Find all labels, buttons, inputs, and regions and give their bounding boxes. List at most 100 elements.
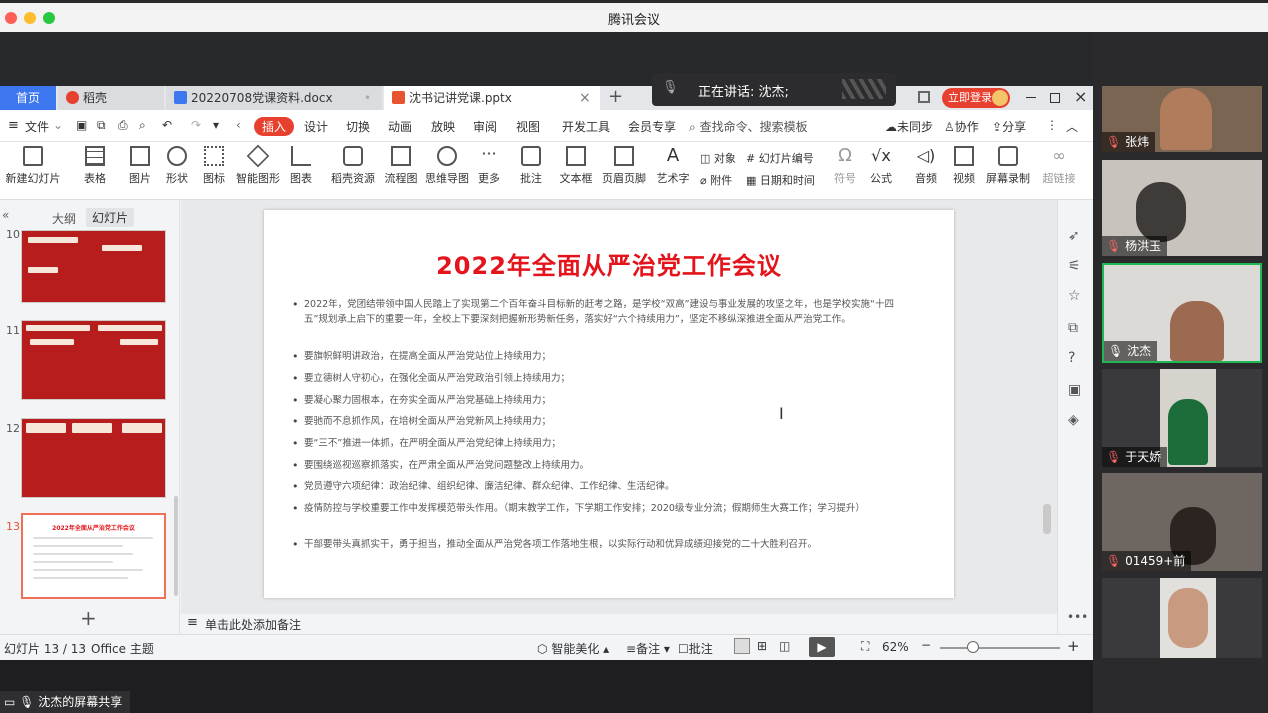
- participant-video[interactable]: 🎙 杨洪玉: [1102, 160, 1262, 256]
- tab-slides[interactable]: 幻灯片: [86, 208, 135, 227]
- slide-thumb-13[interactable]: 2022年全面从严治党工作会议: [21, 513, 166, 599]
- tab-docx[interactable]: 20220708党课资料.docx •: [166, 86, 382, 110]
- help-icon[interactable]: ?: [1068, 350, 1075, 366]
- play-button[interactable]: ▶: [809, 637, 835, 657]
- sorter-view-icon[interactable]: ⊞: [757, 639, 767, 653]
- restore-icon[interactable]: [1050, 93, 1060, 103]
- participant-video[interactable]: 🎙 张炜: [1102, 86, 1262, 152]
- login-button[interactable]: 立即登录: [942, 88, 1010, 108]
- object-button[interactable]: ◫ 对象: [700, 150, 736, 166]
- tab-daoke[interactable]: 稻壳: [58, 86, 164, 110]
- participant-video[interactable]: 🎙 01459+前: [1102, 473, 1262, 571]
- add-slide-icon[interactable]: +: [80, 606, 97, 630]
- collapse-panel-icon[interactable]: «: [2, 208, 9, 222]
- minimize-icon[interactable]: [1026, 97, 1036, 98]
- textbox-button[interactable]: 文本框: [556, 146, 596, 186]
- icon-button[interactable]: 图标: [198, 146, 230, 186]
- search-command[interactable]: ⌕ 查找命令、搜索模板: [689, 118, 808, 135]
- formula-button[interactable]: √x 公式: [866, 146, 896, 186]
- zoom-out-icon[interactable]: −: [921, 638, 931, 652]
- rocket-icon[interactable]: ➶: [1068, 228, 1080, 244]
- menu-show[interactable]: 放映: [431, 118, 455, 135]
- menu-design[interactable]: 设计: [304, 118, 328, 135]
- shape-button[interactable]: 形状: [162, 146, 192, 186]
- flow-button[interactable]: 流程图: [384, 146, 418, 186]
- more-dots-icon[interactable]: •••: [1067, 610, 1088, 624]
- redo-icon[interactable]: ↷: [191, 118, 201, 132]
- undo-icon[interactable]: ↶: [162, 118, 172, 132]
- participant-video[interactable]: [1102, 578, 1262, 658]
- more-button[interactable]: ··· 更多: [474, 146, 504, 186]
- chart-button[interactable]: 图表: [286, 146, 316, 186]
- datetime-button[interactable]: ▦ 日期和时间: [746, 172, 815, 188]
- symbol-button[interactable]: Ω 符号: [830, 146, 860, 186]
- adjust-icon[interactable]: ⚟: [1068, 258, 1081, 274]
- beautify-button[interactable]: ⬡ 智能美化 ▴: [537, 640, 609, 657]
- hyperlink-button[interactable]: ∞ 超链接: [1042, 146, 1076, 186]
- new-tab-button[interactable]: +: [608, 86, 623, 108]
- print-icon[interactable]: ⎙: [118, 118, 128, 133]
- compass-icon[interactable]: ◈: [1068, 412, 1079, 428]
- collapse-left-icon[interactable]: ‹: [236, 118, 241, 132]
- save-icon[interactable]: ▣: [76, 118, 87, 132]
- new-slide-button[interactable]: 新建幻灯片: [4, 146, 62, 186]
- chevron-up-icon[interactable]: ︿: [1066, 118, 1078, 135]
- reading-view-icon[interactable]: ◫: [779, 639, 790, 653]
- menu-file[interactable]: 文件: [25, 118, 49, 135]
- mind-map-button[interactable]: 思维导图: [424, 146, 470, 186]
- tab-close-icon[interactable]: ×: [579, 86, 591, 110]
- preview-icon[interactable]: ⌕: [139, 118, 146, 133]
- attach-button[interactable]: ⌀ 附件: [700, 172, 732, 188]
- slide-thumb-11[interactable]: [21, 320, 166, 400]
- participant-video[interactable]: 🎙 于天娇: [1102, 369, 1262, 467]
- collab-button[interactable]: ♙协作: [944, 118, 979, 135]
- close-icon[interactable]: ×: [1074, 87, 1087, 106]
- normal-view-icon[interactable]: [734, 638, 750, 654]
- export-icon[interactable]: ⧉: [97, 118, 106, 133]
- tab-outline[interactable]: 大纲: [52, 210, 76, 227]
- menu-view[interactable]: 视图: [516, 118, 540, 135]
- tab-home[interactable]: 首页: [0, 86, 56, 110]
- screen-record-button[interactable]: 屏幕录制: [986, 146, 1030, 186]
- notes-bar[interactable]: ≡ 单击此处添加备注: [181, 614, 1057, 634]
- slide-thumb-12[interactable]: [21, 418, 166, 498]
- share-button[interactable]: ⇪分享: [992, 118, 1026, 135]
- comment-button[interactable]: 批注: [518, 146, 544, 186]
- participant-video-active[interactable]: 🎙 沈杰: [1102, 263, 1262, 363]
- slide-number-button[interactable]: # 幻灯片编号: [746, 150, 814, 166]
- menu-animation[interactable]: 动画: [388, 118, 412, 135]
- resource-button[interactable]: 稻壳资源: [330, 146, 376, 186]
- slide-thumb-10[interactable]: [21, 230, 166, 303]
- pin-icon[interactable]: ☆: [1068, 288, 1081, 304]
- customize-icon[interactable]: ▾: [213, 118, 219, 132]
- tab-pptx[interactable]: 沈书记讲党课.pptx ×: [384, 86, 600, 110]
- more-icon[interactable]: ⋮: [1046, 118, 1058, 132]
- zoom-level[interactable]: 62%: [882, 640, 909, 654]
- menu-member[interactable]: 会员专享: [628, 118, 676, 135]
- copy-icon[interactable]: ⧉: [1068, 320, 1078, 336]
- grid-icon[interactable]: [918, 91, 930, 103]
- word-art-button[interactable]: A 艺术字: [654, 146, 692, 186]
- header-footer-button[interactable]: 页眉页脚: [602, 146, 646, 186]
- table-button[interactable]: 表格: [78, 146, 112, 186]
- notes-toggle-button[interactable]: ≡备注 ▾: [626, 640, 670, 657]
- current-slide[interactable]: 2022年全面从严治党工作会议 2022年，党团结带领中国人民踏上了实现第二个百…: [264, 210, 954, 598]
- video-button[interactable]: 视频: [948, 146, 980, 186]
- menu-dev[interactable]: 开发工具: [562, 118, 610, 135]
- unsync-button[interactable]: ☁未同步: [885, 118, 933, 135]
- comment-toggle-button[interactable]: ☐批注: [678, 640, 713, 657]
- zoom-slider[interactable]: [940, 647, 1060, 649]
- smart-graphic-button[interactable]: 智能图形: [236, 144, 280, 186]
- theme-name[interactable]: Office 主题: [91, 640, 154, 657]
- menu-switch[interactable]: 切换: [346, 118, 370, 135]
- audio-button[interactable]: ◁) 音频: [910, 146, 942, 186]
- menu-review[interactable]: 审阅: [473, 118, 497, 135]
- thumbs-scrollbar[interactable]: [174, 496, 178, 596]
- image-tool-icon[interactable]: ▣: [1068, 382, 1081, 398]
- editor-scrollbar[interactable]: [1043, 504, 1051, 534]
- tab-close-dot-icon[interactable]: •: [364, 86, 371, 110]
- hamburger-icon[interactable]: ≡: [8, 118, 19, 133]
- zoom-in-icon[interactable]: +: [1067, 637, 1080, 655]
- menu-insert[interactable]: 插入: [254, 117, 295, 136]
- zoom-slider-thumb[interactable]: [967, 641, 979, 653]
